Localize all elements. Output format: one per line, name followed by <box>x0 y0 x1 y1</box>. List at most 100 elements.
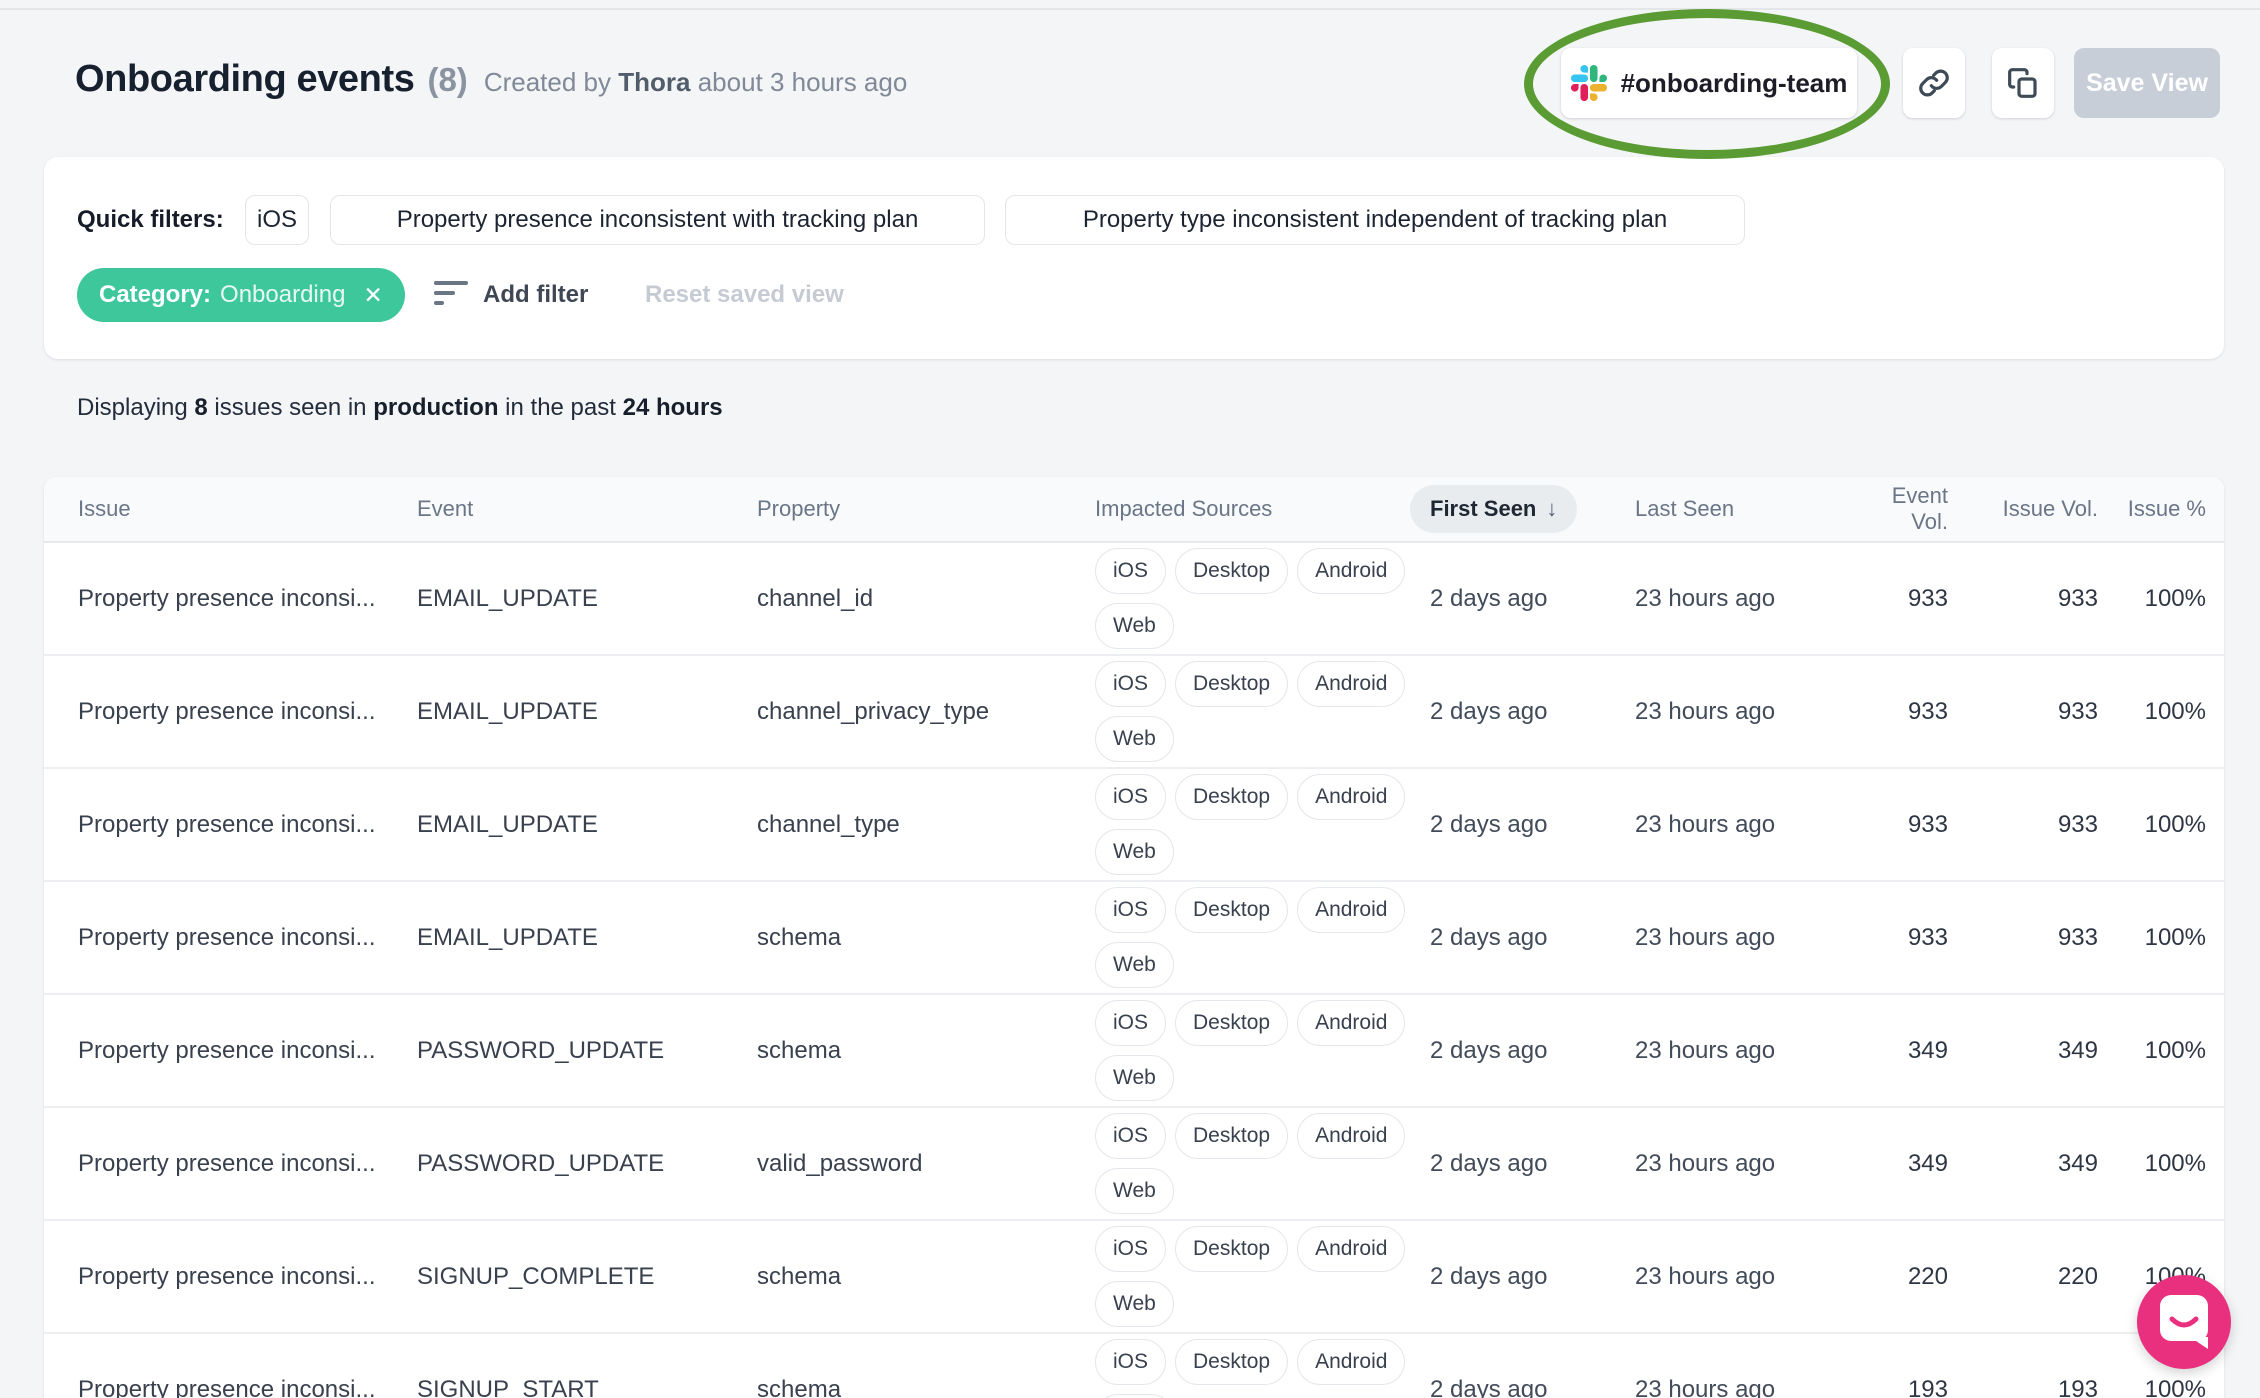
col-header-event: Event <box>417 496 474 521</box>
col-header-impacted-sources: Impacted Sources <box>1095 496 1273 521</box>
issue-count-badge: (8) <box>427 61 468 98</box>
chip-close-icon[interactable]: ✕ <box>363 282 382 309</box>
col-header-last-seen: Last Seen <box>1635 496 1735 521</box>
summary-range: 24 hours <box>622 394 723 421</box>
chat-launcher-button[interactable] <box>2137 1275 2231 1369</box>
duplicate-view-button[interactable] <box>1992 48 2054 118</box>
first-seen-cell: 2 days ago <box>1430 810 1548 838</box>
issue-pct-cell: 100% <box>2144 1036 2206 1064</box>
chip-value: Onboarding <box>220 281 346 308</box>
table-row[interactable]: Property presence inconsi... SIGNUP_STAR… <box>44 1334 2224 1398</box>
source-pill-android: Android <box>1297 1113 1406 1159</box>
last-seen-cell: 23 hours ago <box>1635 810 1776 838</box>
source-pill-ios: iOS <box>1095 1226 1167 1272</box>
table-body: Property presence inconsi... EMAIL_UPDAT… <box>44 543 2224 1398</box>
last-seen-cell: 23 hours ago <box>1635 1036 1776 1064</box>
quick-filter-property-presence[interactable]: Property presence inconsistent with trac… <box>330 195 985 245</box>
source-pill-ios: iOS <box>1095 887 1167 933</box>
col-header-property: Property <box>757 496 841 521</box>
issue-vol-cell: 193 <box>2057 1375 2098 1398</box>
event-cell: EMAIL_UPDATE <box>417 810 598 838</box>
event-cell: EMAIL_UPDATE <box>417 923 598 951</box>
link-icon <box>1919 69 1949 97</box>
property-cell: schema <box>757 923 842 951</box>
created-ago-text: about 3 hours ago <box>697 67 908 97</box>
impacted-sources-cell: iOS Desktop Android Web <box>1095 1000 1410 1101</box>
event-cell: PASSWORD_UPDATE <box>417 1149 665 1177</box>
source-pill-web: Web <box>1095 603 1174 649</box>
last-seen-cell: 23 hours ago <box>1635 1375 1776 1398</box>
summary-env: production <box>373 394 499 421</box>
issue-vol-cell: 933 <box>2057 584 2098 612</box>
event-cell: EMAIL_UPDATE <box>417 697 598 725</box>
source-pill-android: Android <box>1297 774 1406 820</box>
copy-link-button[interactable] <box>1903 48 1965 118</box>
created-meta: Created by Thora about 3 hours ago <box>484 67 908 98</box>
issue-cell: Property presence inconsi... <box>78 810 376 838</box>
copy-icon <box>2008 68 2037 98</box>
issue-pct-cell: 100% <box>2144 1149 2206 1177</box>
table-row[interactable]: Property presence inconsi... SIGNUP_COMP… <box>44 1221 2224 1334</box>
source-pill-android: Android <box>1297 887 1406 933</box>
table-header-row: Issue Event Property Impacted Sources Fi… <box>44 477 2224 543</box>
active-filter-chip-category[interactable]: Category: Onboarding ✕ <box>77 268 405 322</box>
table-row[interactable]: Property presence inconsi... EMAIL_UPDAT… <box>44 882 2224 995</box>
source-pill-desktop: Desktop <box>1175 1000 1289 1046</box>
last-seen-cell: 23 hours ago <box>1635 923 1776 951</box>
issue-cell: Property presence inconsi... <box>78 584 376 612</box>
source-pill-ios: iOS <box>1095 548 1167 594</box>
sort-button-first-seen[interactable]: First Seen ↓ <box>1410 485 1578 533</box>
source-pill-web: Web <box>1095 1394 1174 1398</box>
impacted-sources-cell: iOS Desktop Android Web <box>1095 1226 1410 1327</box>
page-title: Onboarding events <box>75 58 415 100</box>
issue-vol-cell: 220 <box>2057 1262 2098 1290</box>
property-cell: channel_privacy_type <box>757 697 990 725</box>
table-row[interactable]: Property presence inconsi... PASSWORD_UP… <box>44 1108 2224 1221</box>
slack-channel-button[interactable]: #onboarding-team <box>1561 48 1857 118</box>
source-pill-web: Web <box>1095 1055 1174 1101</box>
table-row[interactable]: Property presence inconsi... PASSWORD_UP… <box>44 995 2224 1108</box>
property-cell: valid_password <box>757 1149 923 1177</box>
issue-vol-cell: 349 <box>2057 1036 2098 1064</box>
impacted-sources-cell: iOS Desktop Android Web <box>1095 774 1410 875</box>
event-vol-cell: 933 <box>1907 923 1948 951</box>
source-pill-android: Android <box>1297 1000 1406 1046</box>
chip-key: Category: <box>99 281 212 308</box>
source-pill-ios: iOS <box>1095 1339 1167 1385</box>
first-seen-cell: 2 days ago <box>1430 923 1548 951</box>
event-cell: EMAIL_UPDATE <box>417 584 598 612</box>
col-header-issue: Issue <box>78 496 131 521</box>
source-pill-desktop: Desktop <box>1175 661 1289 707</box>
first-seen-cell: 2 days ago <box>1430 1262 1548 1290</box>
quick-filter-ios[interactable]: iOS <box>245 195 309 245</box>
event-vol-cell: 933 <box>1907 810 1948 838</box>
issue-vol-cell: 933 <box>2057 923 2098 951</box>
event-cell: PASSWORD_UPDATE <box>417 1036 665 1064</box>
table-row[interactable]: Property presence inconsi... EMAIL_UPDAT… <box>44 656 2224 769</box>
issue-pct-cell: 100% <box>2144 810 2206 838</box>
property-cell: schema <box>757 1375 842 1398</box>
source-pill-web: Web <box>1095 1168 1174 1214</box>
summary-count: 8 <box>194 394 208 421</box>
source-pill-android: Android <box>1297 1226 1406 1272</box>
last-seen-cell: 23 hours ago <box>1635 1262 1776 1290</box>
source-pill-desktop: Desktop <box>1175 548 1289 594</box>
source-pill-desktop: Desktop <box>1175 887 1289 933</box>
quick-filter-property-type[interactable]: Property type inconsistent independent o… <box>1005 195 1745 245</box>
table-row[interactable]: Property presence inconsi... EMAIL_UPDAT… <box>44 769 2224 882</box>
save-view-button[interactable]: Save View <box>2074 48 2220 118</box>
col-header-first-seen: First Seen ↓ <box>1410 485 1635 533</box>
results-summary: Displaying 8 issues seen in production i… <box>77 394 723 421</box>
reset-saved-view-button[interactable]: Reset saved view <box>645 268 844 322</box>
first-seen-cell: 2 days ago <box>1430 1149 1548 1177</box>
add-filter-button[interactable]: Add filter <box>483 268 588 322</box>
source-pill-desktop: Desktop <box>1175 1339 1289 1385</box>
last-seen-cell: 23 hours ago <box>1635 1149 1776 1177</box>
table-row[interactable]: Property presence inconsi... EMAIL_UPDAT… <box>44 543 2224 656</box>
impacted-sources-cell: iOS Desktop Android Web <box>1095 661 1410 762</box>
issue-vol-cell: 933 <box>2057 810 2098 838</box>
issue-cell: Property presence inconsi... <box>78 1036 376 1064</box>
source-pill-web: Web <box>1095 829 1174 875</box>
impacted-sources-cell: iOS Desktop Android Web <box>1095 548 1410 649</box>
issue-pct-cell: 100% <box>2144 1375 2206 1398</box>
